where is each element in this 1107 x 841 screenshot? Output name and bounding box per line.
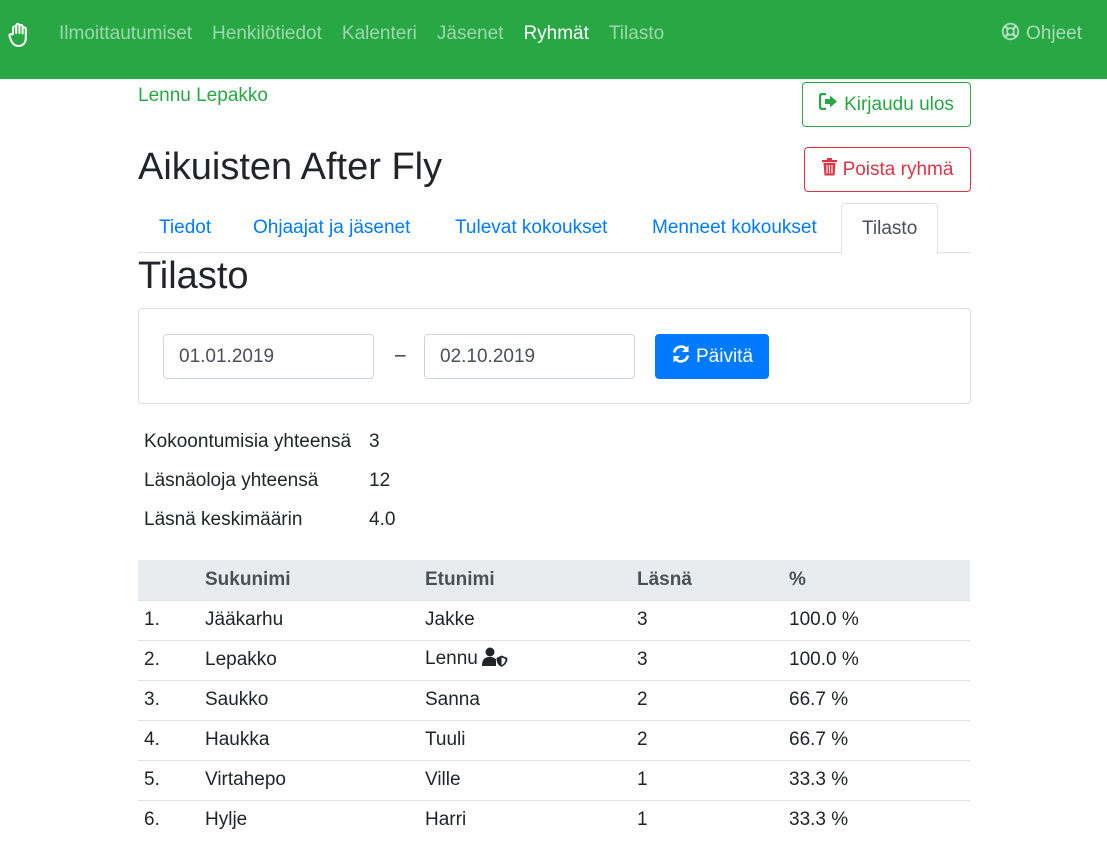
date-to-input[interactable]	[424, 334, 635, 379]
last-name-cell: Haukka	[205, 720, 425, 761]
last-name-cell: Jääkarhu	[205, 600, 425, 641]
nav-item-kalenteri[interactable]: Kalenteri	[342, 23, 417, 45]
table-row: 5. Virtahepo Ville 1 33.3 %	[138, 760, 970, 801]
row-index: 2.	[138, 640, 205, 681]
last-name-cell: Lepakko	[205, 640, 425, 681]
percent-cell: 66.7 %	[789, 680, 970, 721]
help-link[interactable]: Ohjeet	[1001, 0, 1082, 68]
table-row: 4. Haukka Tuuli 2 66.7 %	[138, 720, 970, 761]
refresh-button[interactable]: Päivitä	[655, 334, 769, 379]
percent-cell: 33.3 %	[789, 760, 970, 801]
row-index: 1.	[138, 600, 205, 641]
table-row: 1. Jääkarhu Jakke 3 100.0 %	[138, 600, 970, 641]
row-index: 5.	[138, 760, 205, 801]
delete-group-button[interactable]: Poista ryhmä	[804, 147, 971, 192]
present-cell: 1	[637, 809, 648, 831]
logout-label: Kirjaudu ulos	[844, 93, 954, 115]
first-name: Ville	[425, 769, 461, 790]
table-row: 6. Hylje Harri 1 33.3 %	[138, 800, 970, 840]
nav-item-ryhmat[interactable]: Ryhmät	[523, 23, 588, 45]
stat-label: Läsnäoloja yhteensä	[144, 470, 319, 491]
help-label: Ohjeet	[1026, 23, 1082, 44]
nav-item-henkilotiedot[interactable]: Henkilötiedot	[212, 23, 322, 45]
first-name-cell: Sanna	[425, 680, 637, 721]
first-name-cell: Lennu	[425, 640, 637, 681]
date-filter-card: – Päivitä	[138, 308, 971, 404]
row-index: 4.	[138, 720, 205, 761]
col-header-index	[138, 560, 205, 601]
nav-item-tilasto[interactable]: Tilasto	[609, 23, 664, 45]
last-name-cell: Saukko	[205, 680, 425, 721]
tab-menneet-kokoukset[interactable]: Menneet kokoukset	[652, 203, 817, 253]
first-name: Lennu	[425, 648, 478, 669]
nav-item-ilmoittautumiset[interactable]: Ilmoittautumiset	[59, 23, 192, 45]
col-header-first-name[interactable]: Etunimi	[425, 560, 637, 601]
present-cell: 2	[637, 680, 789, 721]
page-title: Aikuisten After Fly	[138, 146, 443, 188]
section-title: Tilasto	[138, 255, 249, 297]
stat-value: 12	[369, 470, 391, 491]
first-name-cell: Tuuli	[425, 720, 637, 761]
refresh-icon	[671, 344, 696, 370]
table-header-row: Sukunimi Etunimi Läsnä %	[138, 560, 970, 601]
row-index: 3.	[138, 680, 205, 721]
tab-tilasto[interactable]: Tilasto	[841, 203, 939, 254]
date-from-input[interactable]	[163, 334, 374, 379]
tab-tulevat-kokoukset[interactable]: Tulevat kokoukset	[455, 203, 607, 253]
present-cell: 3	[637, 600, 789, 641]
lifebuoy-icon	[1001, 22, 1026, 47]
col-header-present[interactable]: Läsnä	[637, 560, 789, 601]
present-cell: 3	[637, 640, 789, 681]
refresh-label: Päivitä	[695, 345, 754, 367]
trash-icon	[821, 157, 843, 182]
top-navbar: Ilmoittautumiset Henkilötiedot Kalenteri…	[0, 0, 1107, 79]
nav-item-jasenet[interactable]: Jäsenet	[437, 23, 504, 45]
stat-value: 3	[369, 431, 380, 452]
first-name-cell: Harri	[425, 800, 637, 840]
user-profile-link[interactable]: Lennu Lepakko	[138, 85, 268, 107]
last-name-cell: Hylje	[205, 809, 248, 831]
percent-cell: 33.3 %	[789, 809, 849, 831]
main-nav: Ilmoittautumiset Henkilötiedot Kalenteri…	[59, 0, 684, 68]
first-name: Harri	[425, 809, 467, 831]
date-separator: –	[395, 345, 406, 366]
tab-ohjaajat-ja-jasenet[interactable]: Ohjaajat ja jäsenet	[253, 203, 410, 253]
hand-icon[interactable]	[8, 22, 32, 48]
stat-value: 4.0	[369, 509, 396, 530]
first-name-cell: Ville	[425, 760, 637, 801]
user-shield-icon	[481, 647, 508, 673]
percent-cell: 66.7 %	[789, 720, 970, 761]
row-index: 6.	[144, 809, 160, 831]
first-name: Sanna	[425, 689, 480, 710]
present-cell: 2	[637, 720, 789, 761]
present-cell: 1	[637, 760, 789, 801]
table-row: 3. Saukko Sanna 2 66.7 %	[138, 680, 970, 721]
logout-button[interactable]: Kirjaudu ulos	[802, 82, 971, 127]
col-header-percent[interactable]: %	[789, 560, 970, 601]
group-tabs: Tiedot Ohjaajat ja jäsenet Tulevat kokou…	[138, 203, 971, 254]
sign-out-icon	[818, 92, 844, 116]
tab-tiedot[interactable]: Tiedot	[159, 203, 211, 253]
first-name-cell: Jakke	[425, 600, 637, 641]
last-name-cell: Virtahepo	[205, 760, 425, 801]
stat-label: Kokoontumisia yhteensä	[144, 431, 352, 452]
table-row: 2. Lepakko Lennu 3 100.0 %	[138, 640, 970, 681]
stat-label: Läsnä keskimäärin	[144, 509, 303, 530]
delete-group-label: Poista ryhmä	[842, 158, 954, 180]
percent-cell: 100.0 %	[789, 600, 970, 641]
attendance-table: Sukunimi Etunimi Läsnä % 1. Jääkarhu Jak…	[138, 560, 970, 840]
col-header-last-name[interactable]: Sukunimi	[205, 560, 425, 601]
first-name: Tuuli	[425, 729, 466, 750]
first-name: Jakke	[425, 609, 475, 630]
percent-cell: 100.0 %	[789, 640, 970, 681]
